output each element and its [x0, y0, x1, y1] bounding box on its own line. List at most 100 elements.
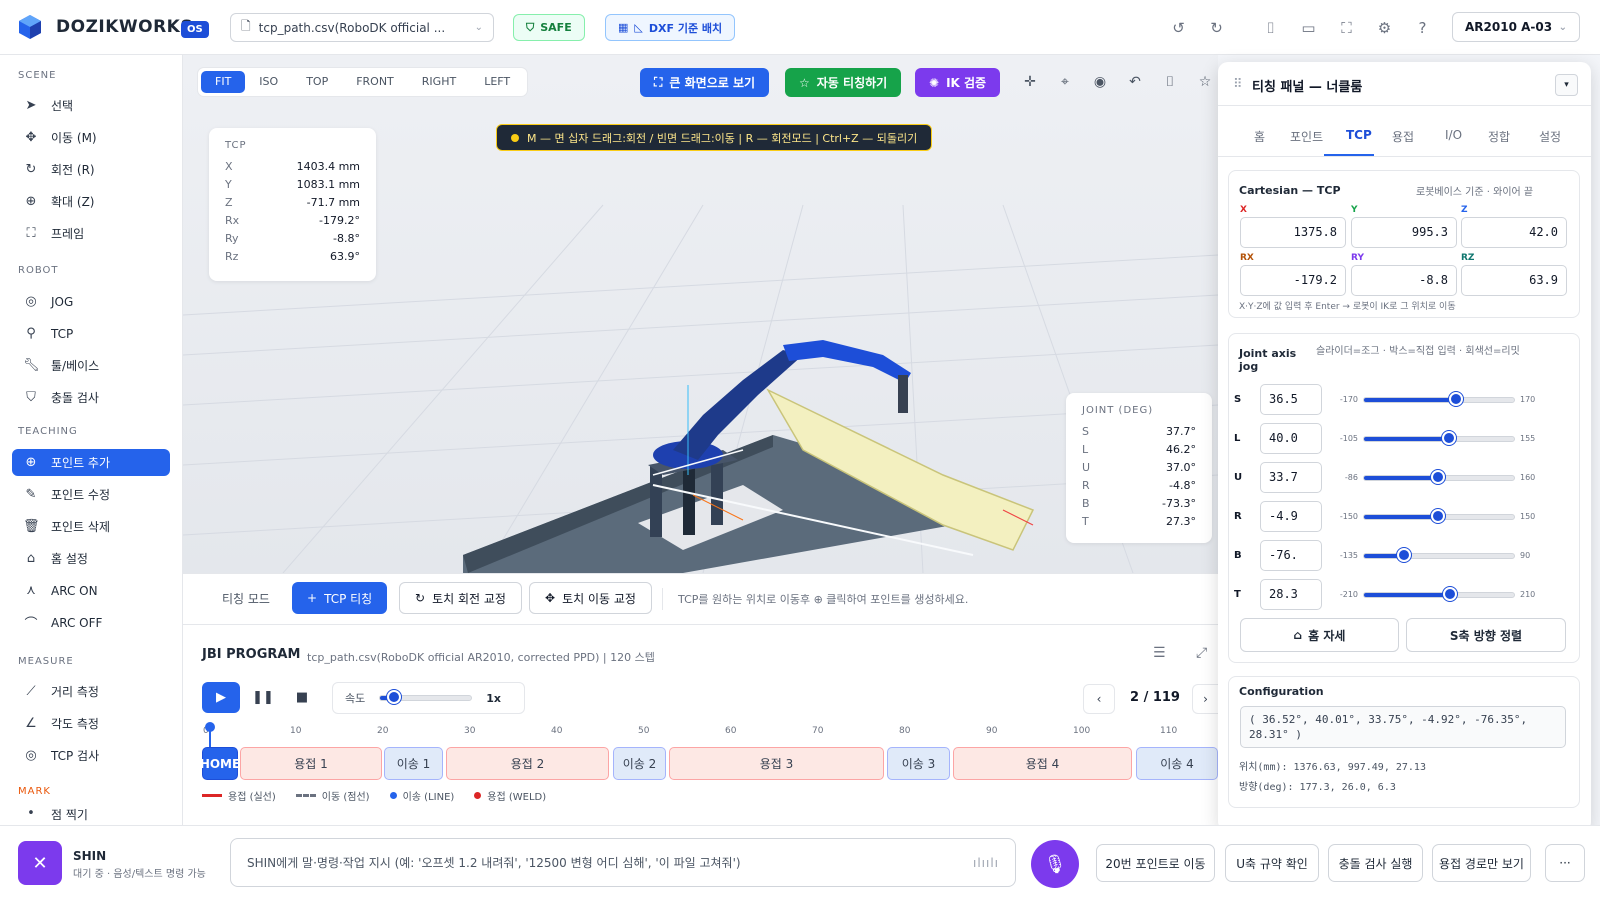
- video-icon[interactable]: ▭: [1296, 15, 1321, 40]
- play-button[interactable]: ▶: [202, 682, 240, 713]
- joint-value-input[interactable]: -4.9: [1260, 501, 1322, 532]
- joint-slider[interactable]: [1363, 430, 1515, 445]
- microphone-button[interactable]: 🎙︎: [1031, 840, 1079, 888]
- eye-icon[interactable]: ◉: [1088, 70, 1112, 94]
- target-icon[interactable]: ⌖: [1053, 70, 1077, 94]
- timeline-segment[interactable]: 용접 2: [446, 747, 609, 780]
- ik-verify-button[interactable]: ✺ IK 검증: [915, 68, 1001, 97]
- timeline-segment[interactable]: 용접 3: [669, 747, 884, 780]
- crosshair-icon[interactable]: ✛: [1018, 70, 1042, 94]
- sidebar-item-select[interactable]: ➤ 선택: [12, 92, 170, 119]
- expand-icon[interactable]: ⤢: [1196, 645, 1207, 661]
- dxf-layout-button[interactable]: ▦ ◺ DXF 기준 배치: [605, 14, 736, 41]
- assistant-avatar[interactable]: ✕: [18, 841, 62, 885]
- drag-handle-icon[interactable]: ⠿: [1233, 77, 1243, 92]
- cartesian-field-z[interactable]: 42.0: [1461, 217, 1567, 248]
- joint-value-input[interactable]: 33.7: [1260, 462, 1322, 493]
- quick-action-chip[interactable]: 충돌 검사 실행: [1328, 844, 1423, 882]
- help-icon[interactable]: ?: [1410, 15, 1435, 40]
- joint-slider[interactable]: [1363, 391, 1515, 406]
- quick-action-chip[interactable]: 용접 경로만 보기: [1432, 844, 1531, 882]
- joint-value-input[interactable]: 40.0: [1260, 423, 1322, 454]
- sidebar-item-add-point[interactable]: ⊕ 포인트 추가: [12, 449, 170, 476]
- home-pose-button[interactable]: ⌂ 홈 자세: [1240, 618, 1399, 652]
- cartesian-field-rz[interactable]: 63.9: [1461, 265, 1567, 296]
- cartesian-field-ry[interactable]: -8.8: [1351, 265, 1457, 296]
- stop-button[interactable]: ■: [283, 682, 321, 713]
- joint-slider[interactable]: [1363, 586, 1515, 601]
- joint-slider-knob[interactable]: [1449, 391, 1464, 406]
- timeline-segment[interactable]: 이송 2: [613, 747, 666, 780]
- panel-tab-4[interactable]: I/O: [1445, 128, 1462, 142]
- joint-slider-knob[interactable]: [1443, 586, 1458, 601]
- joint-slider[interactable]: [1363, 508, 1515, 523]
- pause-button[interactable]: ❚❚: [244, 682, 282, 713]
- timeline-segment[interactable]: HOME: [200, 747, 240, 780]
- big-view-button[interactable]: ⛶ 큰 화면으로 보기: [640, 68, 770, 97]
- timeline-segment[interactable]: 이송 3: [887, 747, 950, 780]
- panel-tab-5[interactable]: 정합: [1488, 128, 1510, 145]
- cartesian-field-x[interactable]: 1375.8: [1240, 217, 1346, 248]
- timeline-segment[interactable]: 이송 1: [384, 747, 443, 780]
- torch-move-button[interactable]: ✥ 토치 이동 교정: [529, 582, 652, 614]
- sidebar-item-tcp-check[interactable]: ◎ TCP 검사: [12, 742, 170, 769]
- sidebar-item-tcp[interactable]: ⚲ TCP: [12, 320, 170, 347]
- sidebar-item-arc-on[interactable]: ⋏ ARC ON: [12, 577, 170, 604]
- quick-action-chip[interactable]: 20번 포인트로 이동: [1096, 844, 1215, 882]
- sidebar-item-delete-point[interactable]: 🗑︎ 포인트 삭제: [12, 513, 170, 540]
- command-input[interactable]: SHIN에게 말·명령·작업 지시 (예: '오프셋 1.2 내려줘', '12…: [230, 838, 1016, 887]
- star-icon[interactable]: ☆: [1193, 70, 1217, 94]
- redo-icon[interactable]: ↻: [1204, 15, 1229, 40]
- more-actions-button[interactable]: ···: [1545, 844, 1585, 882]
- panel-tab-6[interactable]: 설정: [1539, 128, 1561, 145]
- speed-slider[interactable]: [379, 690, 473, 704]
- timeline-segment[interactable]: 용접 1: [240, 747, 382, 780]
- cartesian-field-y[interactable]: 995.3: [1351, 217, 1457, 248]
- sidebar-item-frame[interactable]: ⛶ 프레임: [12, 220, 170, 247]
- fullscreen-icon[interactable]: ⛶: [1334, 15, 1359, 40]
- prev-step-button[interactable]: ‹: [1083, 684, 1115, 714]
- sidebar-item-collision[interactable]: ⛉ 충돌 검사: [12, 384, 170, 411]
- sidebar-item-home-set[interactable]: ⌂ 홈 설정: [12, 545, 170, 572]
- view-tab-right[interactable]: RIGHT: [408, 71, 470, 93]
- s-axis-align-button[interactable]: S축 방향 정렬: [1406, 618, 1566, 652]
- sidebar-item-angle[interactable]: ∠ 각도 측정: [12, 710, 170, 737]
- timeline-segment[interactable]: 용접 4: [953, 747, 1132, 780]
- camera-icon[interactable]: ⌷: [1258, 15, 1283, 40]
- torch-rotate-button[interactable]: ↻ 토치 회전 교정: [399, 582, 522, 614]
- joint-value-input[interactable]: 36.5: [1260, 384, 1322, 415]
- camera-icon[interactable]: ⌷: [1158, 70, 1182, 94]
- sidebar-item-jog[interactable]: ◎ JOG: [12, 288, 170, 315]
- joint-slider[interactable]: [1363, 469, 1515, 484]
- undo-icon[interactable]: ↺: [1166, 15, 1191, 40]
- timeline-segment[interactable]: 이송 4: [1136, 747, 1218, 780]
- panel-tab-3[interactable]: 용접: [1392, 128, 1414, 145]
- panel-tab-0[interactable]: 홈: [1254, 128, 1265, 145]
- sidebar-item-move[interactable]: ✥ 이동 (M): [12, 124, 170, 151]
- joint-value-input[interactable]: -76.: [1260, 540, 1322, 571]
- joint-slider-knob[interactable]: [1431, 469, 1446, 484]
- next-step-button[interactable]: ›: [1192, 684, 1218, 714]
- view-tab-fit[interactable]: FIT: [201, 71, 246, 93]
- sidebar-item-zoom[interactable]: ⊕ 확대 (Z): [12, 188, 170, 215]
- gear-icon[interactable]: ⚙: [1372, 15, 1397, 40]
- joint-slider-knob[interactable]: [1441, 430, 1456, 445]
- undo-icon[interactable]: ↶: [1123, 70, 1147, 94]
- view-tab-front[interactable]: FRONT: [342, 71, 408, 93]
- safe-status-badge[interactable]: ⛉ SAFE: [513, 14, 585, 41]
- sidebar-item-edit-point[interactable]: ✎ 포인트 수정: [12, 481, 170, 508]
- joint-slider[interactable]: [1363, 547, 1515, 562]
- tcp-teach-button[interactable]: + TCP 티칭: [292, 582, 388, 614]
- quick-action-chip[interactable]: U축 규약 확인: [1225, 844, 1319, 882]
- joint-value-input[interactable]: 28.3: [1260, 579, 1322, 610]
- view-tab-iso[interactable]: ISO: [245, 71, 292, 93]
- robot-selector[interactable]: AR2010 A-03 ⌄: [1452, 12, 1580, 42]
- list-icon[interactable]: ☰: [1153, 645, 1166, 661]
- view-tab-top[interactable]: TOP: [292, 71, 342, 93]
- sidebar-item-rotate[interactable]: ↻ 회전 (R): [12, 156, 170, 183]
- panel-collapse-button[interactable]: ▾: [1555, 74, 1578, 96]
- sidebar-item-mark-point[interactable]: • 점 찍기: [12, 806, 170, 824]
- view-tab-left[interactable]: LEFT: [470, 71, 524, 93]
- cartesian-field-rx[interactable]: -179.2: [1240, 265, 1346, 296]
- sidebar-item-arc-off[interactable]: ⌒ ARC OFF: [12, 609, 170, 636]
